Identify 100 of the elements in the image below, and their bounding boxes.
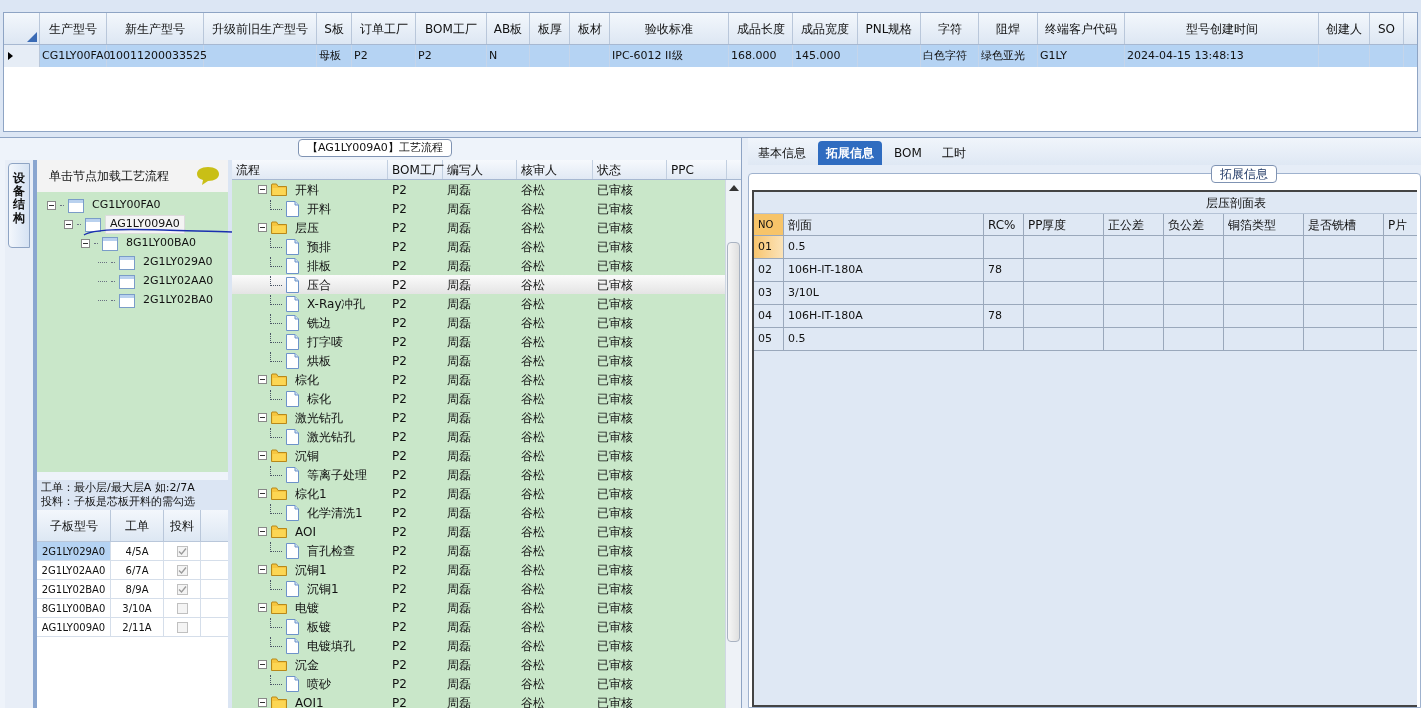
column-header[interactable]: 板材: [570, 13, 610, 44]
column-header[interactable]: BOM工厂: [416, 13, 487, 44]
process-row[interactable]: 开料 P2 周磊 谷松 已审核: [232, 180, 725, 199]
collapse-icon[interactable]: [258, 185, 267, 194]
tab[interactable]: 基本信息: [750, 141, 814, 165]
tree-node[interactable]: 2G1LY02AA0: [139, 273, 218, 290]
column-header[interactable]: 是否铣槽: [1304, 214, 1384, 235]
process-row[interactable]: 排板 P2 周磊 谷松 已审核: [232, 256, 725, 275]
column-header[interactable]: 成品长度: [729, 13, 793, 44]
process-row[interactable]: 压合 P2 周磊 谷松 已审核: [232, 275, 725, 294]
column-header[interactable]: SO: [1370, 13, 1404, 44]
column-header[interactable]: 终端客户代码: [1038, 13, 1125, 44]
process-row[interactable]: X-Ray冲孔 P2 周磊 谷松 已审核: [232, 294, 725, 313]
process-row[interactable]: 等离子处理 P2 周磊 谷松 已审核: [232, 465, 725, 484]
column-header[interactable]: 字符: [921, 13, 979, 44]
column-header[interactable]: 工单: [111, 510, 164, 541]
process-row[interactable]: 电镀填孔 P2 周磊 谷松 已审核: [232, 636, 725, 655]
scroll-up-icon[interactable]: [728, 184, 739, 192]
column-header[interactable]: 剖面: [784, 214, 984, 235]
process-row[interactable]: 板镀 P2 周磊 谷松 已审核: [232, 617, 725, 636]
process-row[interactable]: 棕化 P2 周磊 谷松 已审核: [232, 370, 725, 389]
process-row[interactable]: 预排 P2 周磊 谷松 已审核: [232, 237, 725, 256]
column-header[interactable]: 负公差: [1164, 214, 1224, 235]
process-row[interactable]: 层压 P2 周磊 谷松 已审核: [232, 218, 725, 237]
column-header[interactable]: 升级前旧生产型号: [204, 13, 317, 44]
process-row[interactable]: 沉铜 P2 周磊 谷松 已审核: [232, 446, 725, 465]
column-header[interactable]: 编写人: [443, 160, 517, 179]
collapse-icon[interactable]: [258, 223, 267, 232]
column-header[interactable]: 正公差: [1104, 214, 1164, 235]
column-header[interactable]: RC%: [984, 214, 1024, 235]
column-header[interactable]: 验收标准: [610, 13, 729, 44]
process-row[interactable]: 沉铜1 P2 周磊 谷松 已审核: [232, 560, 725, 579]
process-row[interactable]: AOI1 P2 周磊 谷松 已审核: [232, 693, 725, 708]
column-header[interactable]: PP厚度: [1024, 214, 1104, 235]
process-row[interactable]: AOI P2 周磊 谷松 已审核: [232, 522, 725, 541]
column-header[interactable]: 创建人: [1319, 13, 1370, 44]
tree-node[interactable]: AG1LY009A0: [105, 215, 185, 234]
column-header[interactable]: 状态: [593, 160, 667, 179]
scrollbar[interactable]: [725, 180, 741, 708]
tree-node[interactable]: 8G1LY00BA0: [122, 235, 200, 252]
process-row[interactable]: 盲孔检查 P2 周磊 谷松 已审核: [232, 541, 725, 560]
column-header[interactable]: AB板: [487, 13, 530, 44]
column-header[interactable]: BOM工厂: [388, 160, 443, 179]
column-header[interactable]: NO: [754, 214, 784, 235]
collapse-icon[interactable]: [258, 375, 267, 384]
process-row[interactable]: 化学清洗1 P2 周磊 谷松 已审核: [232, 503, 725, 522]
process-name: X-Ray冲孔: [307, 295, 366, 313]
collapse-icon[interactable]: [64, 220, 73, 229]
collapse-icon[interactable]: [258, 489, 267, 498]
column-header[interactable]: 订单工厂: [352, 13, 416, 44]
column-header[interactable]: 投料: [164, 510, 201, 541]
process-row[interactable]: 激光钻孔 P2 周磊 谷松 已审核: [232, 427, 725, 446]
column-header[interactable]: 型号创建时间: [1125, 13, 1319, 44]
checkbox[interactable]: [176, 564, 188, 576]
process-row[interactable]: 棕化 P2 周磊 谷松 已审核: [232, 389, 725, 408]
collapse-icon[interactable]: [258, 660, 267, 669]
tree-node[interactable]: 2G1LY029A0: [139, 254, 217, 271]
checkbox[interactable]: [176, 621, 188, 633]
tab[interactable]: 拓展信息: [818, 141, 882, 165]
collapse-icon[interactable]: [258, 698, 267, 707]
checkbox[interactable]: [176, 583, 188, 595]
column-header[interactable]: 成品宽度: [793, 13, 858, 44]
process-row[interactable]: 沉金 P2 周磊 谷松 已审核: [232, 655, 725, 674]
collapse-icon[interactable]: [81, 239, 90, 248]
tab[interactable]: BOM: [886, 141, 930, 165]
table-cell-text: P2: [391, 276, 408, 294]
column-header[interactable]: 板厚: [530, 13, 570, 44]
tab[interactable]: 工时: [933, 141, 974, 165]
column-header[interactable]: 子板型号: [37, 510, 111, 541]
column-header[interactable]: S板: [317, 13, 352, 44]
column-header[interactable]: 核审人: [517, 160, 593, 179]
process-row[interactable]: 沉铜1 P2 周磊 谷松 已审核: [232, 579, 725, 598]
process-row[interactable]: 棕化1 P2 周磊 谷松 已审核: [232, 484, 725, 503]
process-row[interactable]: 喷砂 P2 周磊 谷松 已审核: [232, 674, 725, 693]
column-header[interactable]: 阻焊: [979, 13, 1038, 44]
process-row[interactable]: 铣边 P2 周磊 谷松 已审核: [232, 313, 725, 332]
column-header[interactable]: PPC: [667, 160, 727, 179]
column-header[interactable]: 铜箔类型: [1224, 214, 1304, 235]
checkbox[interactable]: [176, 545, 188, 557]
column-header[interactable]: P片: [1384, 214, 1421, 235]
collapse-icon[interactable]: [258, 413, 267, 422]
collapse-icon[interactable]: [258, 603, 267, 612]
tree-node[interactable]: 2G1LY02BA0: [139, 292, 217, 309]
collapse-icon[interactable]: [258, 451, 267, 460]
column-header[interactable]: 流程: [232, 160, 388, 179]
process-row[interactable]: 激光钻孔 P2 周磊 谷松 已审核: [232, 408, 725, 427]
column-header[interactable]: 新生产型号: [107, 13, 204, 44]
select-all-icon[interactable]: [27, 32, 37, 42]
collapse-icon[interactable]: [258, 565, 267, 574]
column-header[interactable]: PNL规格: [858, 13, 921, 44]
checkbox[interactable]: [176, 602, 188, 614]
process-row[interactable]: 开料 P2 周磊 谷松 已审核: [232, 199, 725, 218]
collapse-icon[interactable]: [47, 201, 56, 210]
process-row[interactable]: 烘板 P2 周磊 谷松 已审核: [232, 351, 725, 370]
collapse-icon[interactable]: [258, 527, 267, 536]
process-row[interactable]: 打字唛 P2 周磊 谷松 已审核: [232, 332, 725, 351]
tree-node[interactable]: CG1LY00FA0: [88, 197, 165, 214]
column-header[interactable]: 生产型号: [40, 13, 107, 44]
process-row[interactable]: 电镀 P2 周磊 谷松 已审核: [232, 598, 725, 617]
side-tab[interactable]: 设备结构: [8, 163, 30, 248]
